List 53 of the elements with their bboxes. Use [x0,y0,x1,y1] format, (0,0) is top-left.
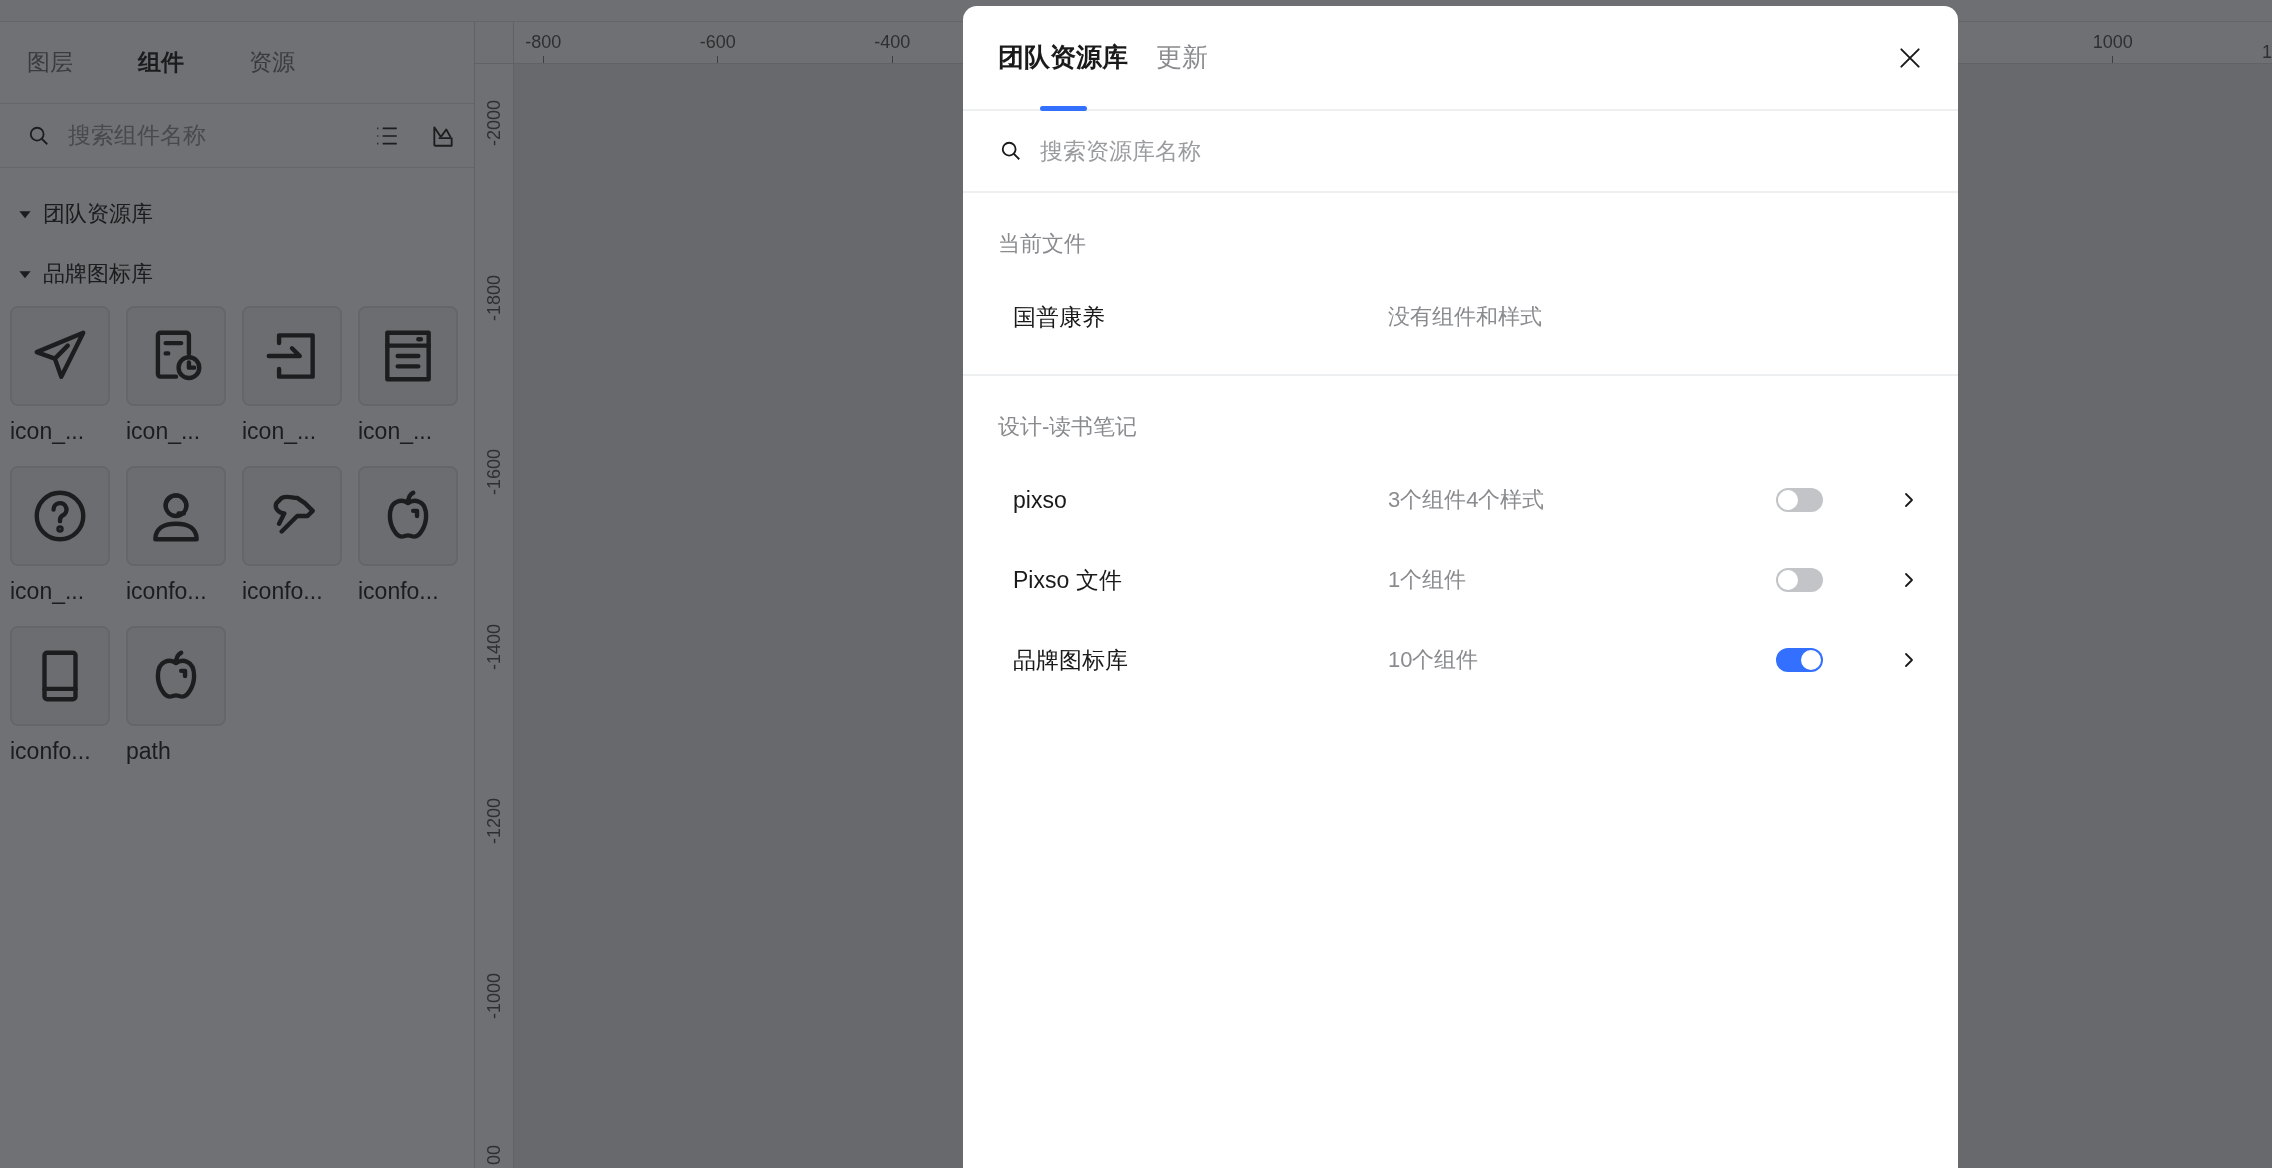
dialog-tab[interactable]: 团队资源库 [998,6,1128,109]
library-name: Pixso 文件 [1013,565,1123,595]
component-label: icon_... [126,418,201,445]
component-label: icon_... [10,418,85,445]
ruler-label: -1800 [483,274,505,321]
panel-tab[interactable]: 组件 [138,47,184,78]
library-name: pixso [1013,486,1068,514]
section-title: 当前文件 [997,230,1087,258]
library-name: 品牌图标库 [1013,645,1129,675]
component-label: icon_... [242,418,317,445]
tree-item[interactable]: 品牌图标库 [0,244,159,304]
component-label: iconfo... [10,738,91,765]
component-label: icon_... [358,418,433,445]
library-summary: 1个组件 [1388,566,1468,594]
component-label: iconfo... [126,578,207,605]
ruler-label: -1600 [483,449,505,496]
ruler-label: -1000 [483,972,505,1019]
toggle-switch[interactable] [1776,568,1823,592]
library-summary: 没有组件和样式 [1388,303,1543,331]
toggle-switch[interactable] [1776,648,1823,672]
component-tile[interactable] [126,626,226,726]
library-name: 国普康养 [1013,302,1106,332]
library-summary: 10个组件 [1388,646,1480,674]
component-label: iconfo... [242,578,323,605]
component-tile[interactable] [126,466,226,566]
component-label: path [126,738,171,765]
ruler-label: 1000 [2092,32,2133,53]
component-label: icon_... [10,578,85,605]
component-tile[interactable] [10,306,110,406]
component-label: iconfo... [358,578,439,605]
ruler-label: -400 [874,32,911,53]
library-summary: 3个组件4个样式 [1388,486,1546,514]
component-tile[interactable] [10,626,110,726]
ruler-label: 00 [483,1145,505,1166]
dialog-tab[interactable]: 更新 [1156,6,1208,109]
tree-item[interactable]: 团队资源库 [0,184,159,244]
ruler-label: -2000 [483,100,505,147]
search-field[interactable]: 搜索资源库名称 [1038,136,1958,166]
search-icon [28,124,50,147]
search-icon [1000,140,1022,162]
component-tile[interactable] [242,466,342,566]
component-tile[interactable] [126,306,226,406]
ruler-label: 1 [2262,42,2272,63]
section-title: 设计-读书笔记 [997,413,1139,441]
toggle-switch[interactable] [1776,488,1823,512]
ruler-label: -600 [699,32,736,53]
component-tile[interactable] [10,466,110,566]
ruler-label: -1400 [483,623,505,670]
component-tile[interactable] [242,306,342,406]
component-tile[interactable] [358,306,458,406]
ruler-label: -1200 [483,798,505,845]
component-tile[interactable] [358,466,458,566]
ruler-label: -800 [525,32,562,53]
